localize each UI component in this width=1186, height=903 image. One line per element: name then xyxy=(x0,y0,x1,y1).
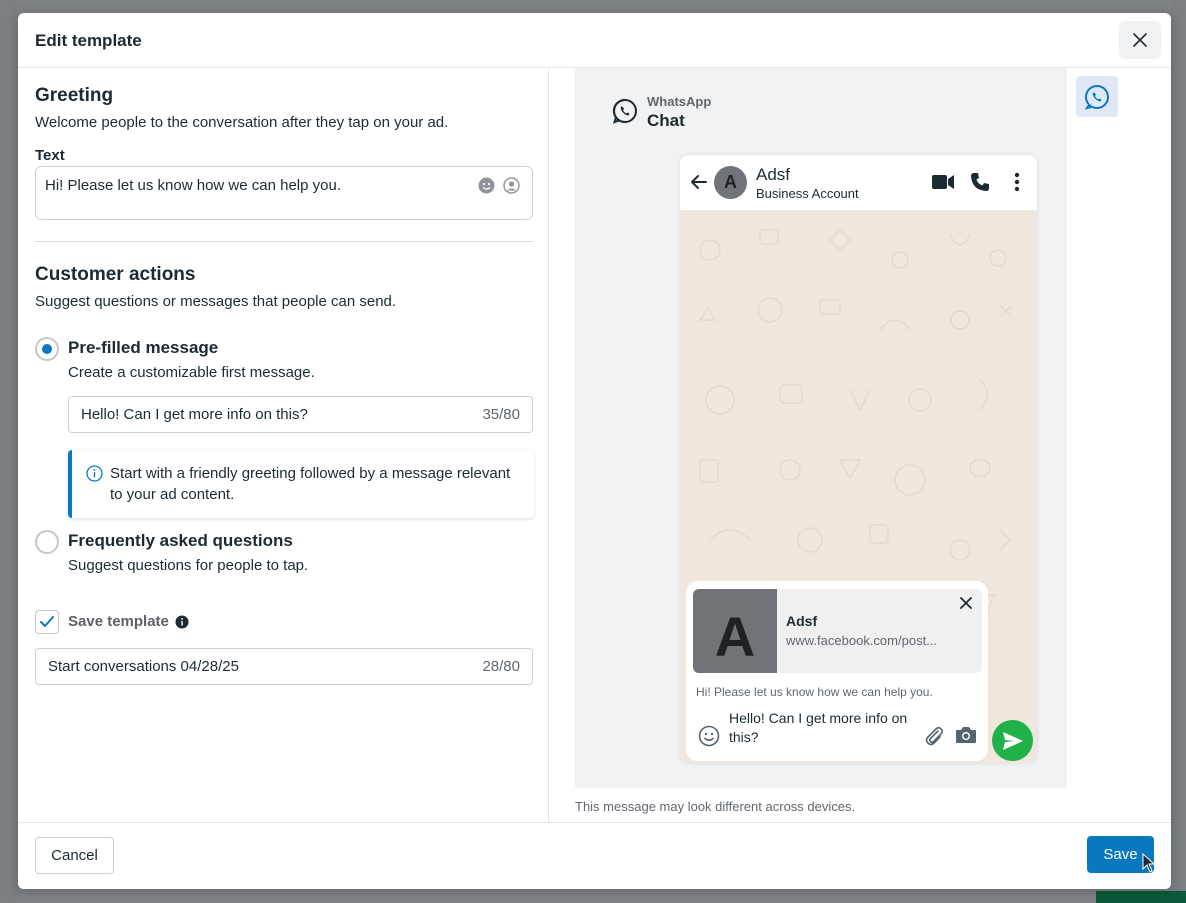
info-filled-icon[interactable] xyxy=(175,615,189,629)
contact-subtitle: Business Account xyxy=(756,186,859,201)
preview-pane: WhatsApp Chat A Adsf Business Account A … xyxy=(550,68,1171,822)
checkmark-icon xyxy=(40,616,54,627)
template-name-value: Start conversations 04/28/25 xyxy=(48,658,239,675)
contact-avatar: A xyxy=(714,166,747,199)
attachment-icon xyxy=(925,726,944,746)
text-label: Text xyxy=(35,147,65,164)
modal-title: Edit template xyxy=(35,31,142,50)
section-divider xyxy=(35,241,533,242)
greeting-preview: Hi! Please let us know how we can help y… xyxy=(696,685,933,699)
personalize-icon[interactable] xyxy=(503,177,520,194)
close-icon[interactable] xyxy=(960,597,972,609)
settings-pane: Greeting Welcome people to the conversat… xyxy=(18,68,549,822)
phone-preview: A Adsf Business Account A Adsf www.faceb… xyxy=(680,155,1037,763)
message-preview: Hello! Can I get more info on this? xyxy=(729,710,908,745)
greeting-title: Greeting xyxy=(35,85,114,106)
background-right-edge xyxy=(1171,0,1186,903)
save-template-text: Save template xyxy=(68,613,169,630)
link-thumbnail: A xyxy=(693,589,777,673)
background-sidebar xyxy=(0,0,18,903)
link-preview[interactable]: A Adsf www.facebook.com/post... xyxy=(693,589,982,673)
template-name-input[interactable]: Start conversations 04/28/25 28/80 xyxy=(35,648,533,685)
customer-actions-subtitle: Suggest questions or messages that peopl… xyxy=(35,293,397,310)
back-arrow-icon xyxy=(691,175,707,189)
preview-disclaimer: This message may look different across d… xyxy=(575,799,856,814)
prefilled-message-subtitle: Create a customizable first message. xyxy=(68,364,315,381)
send-icon xyxy=(1002,731,1023,750)
greeting-text-value: Hi! Please let us know how we can help y… xyxy=(45,177,341,194)
template-name-counter: 28/80 xyxy=(482,658,520,675)
info-banner: Start with a friendly greeting followed … xyxy=(68,450,534,518)
platform-label: WhatsApp xyxy=(647,94,712,109)
video-call-icon xyxy=(932,175,954,189)
faq-radio[interactable] xyxy=(35,530,59,554)
whatsapp-preview-tab[interactable] xyxy=(1076,76,1118,117)
whatsapp-icon xyxy=(612,98,637,124)
background-button xyxy=(1096,891,1186,903)
more-icon xyxy=(1014,172,1020,192)
mouse-cursor-icon xyxy=(1142,853,1156,873)
faq-subtitle: Suggest questions for people to tap. xyxy=(68,557,309,574)
close-button[interactable] xyxy=(1119,21,1161,59)
greeting-subtitle: Welcome people to the conversation after… xyxy=(35,114,449,131)
phone-call-icon xyxy=(971,173,989,191)
compose-card: A Adsf www.facebook.com/post... Hi! Plea… xyxy=(686,581,988,761)
prefilled-message-counter: 35/80 xyxy=(482,406,520,423)
faq-title: Frequently asked questions xyxy=(68,531,293,550)
send-button xyxy=(992,720,1033,761)
info-icon xyxy=(86,465,103,482)
greeting-text-field[interactable]: Hi! Please let us know how we can help y… xyxy=(35,166,533,220)
whatsapp-icon xyxy=(1084,84,1109,110)
edit-template-modal: Edit template Greeting Welcome people to… xyxy=(18,13,1171,889)
modal-header: Edit template xyxy=(18,13,1171,68)
prefilled-message-radio[interactable] xyxy=(35,337,59,361)
emoji-icon xyxy=(698,725,720,747)
close-icon xyxy=(1133,33,1147,47)
view-label: Chat xyxy=(647,111,685,130)
link-title: Adsf xyxy=(786,613,818,629)
camera-icon xyxy=(956,727,976,743)
emoji-icon[interactable] xyxy=(478,177,495,194)
save-template-checkbox[interactable] xyxy=(35,610,59,634)
chat-header: A Adsf Business Account xyxy=(680,155,1037,210)
customer-actions-title: Customer actions xyxy=(35,264,196,285)
contact-name: Adsf xyxy=(756,165,791,184)
prefilled-message-input[interactable]: Hello! Can I get more info on this? 35/8… xyxy=(68,396,533,433)
cancel-button[interactable]: Cancel xyxy=(35,837,114,874)
preview-area: WhatsApp Chat A Adsf Business Account A … xyxy=(575,68,1067,788)
info-text: Start with a friendly greeting followed … xyxy=(110,465,511,503)
prefilled-message-value: Hello! Can I get more info on this? xyxy=(81,406,308,423)
save-template-label: Save template xyxy=(68,613,189,630)
link-url: www.facebook.com/post... xyxy=(786,633,938,648)
prefilled-message-title: Pre-filled message xyxy=(68,338,219,357)
modal-footer: Cancel Save xyxy=(18,822,1171,889)
